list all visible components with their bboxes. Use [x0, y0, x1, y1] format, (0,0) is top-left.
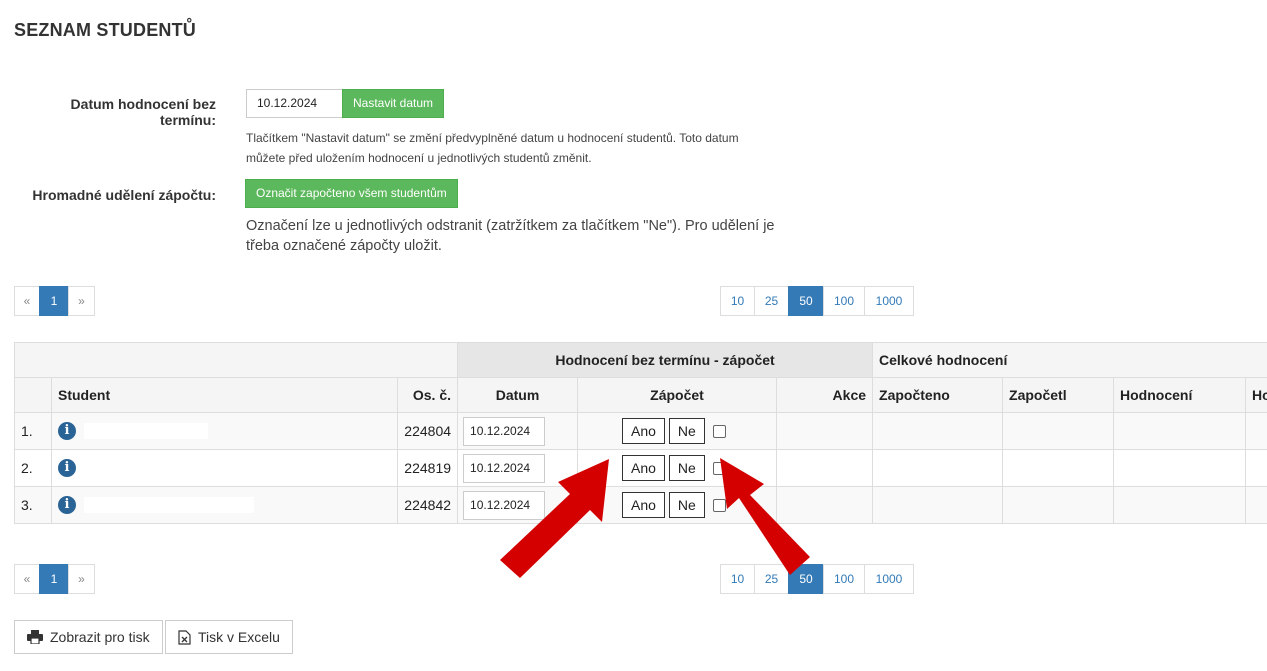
- os-c-cell: 224819: [396, 449, 459, 487]
- group-header-overall: Celkové hodnocení: [872, 342, 1267, 378]
- no-button[interactable]: Ne: [668, 455, 705, 481]
- page-size-selector-bottom: 10 25 50 100 1000: [720, 564, 914, 594]
- os-c-cell: 224842: [396, 486, 459, 524]
- page-size-10[interactable]: 10: [720, 286, 755, 316]
- table-row: 1. i 224804 10.12.2024 Ano Ne: [14, 412, 1267, 450]
- col-zapocteno: Započteno: [872, 377, 1004, 413]
- excel-export-button[interactable]: Tisk v Excelu: [165, 620, 293, 654]
- remove-mark-checkbox[interactable]: [712, 424, 726, 438]
- prev-page-button[interactable]: «: [14, 564, 40, 594]
- student-cell: i: [51, 449, 398, 487]
- next-page-button[interactable]: »: [68, 286, 95, 316]
- page-size-25[interactable]: 25: [754, 286, 789, 316]
- page-size-1000[interactable]: 1000: [864, 564, 914, 594]
- bulk-credit-label: Hromadné udělení zápočtu:: [32, 187, 216, 203]
- set-date-button[interactable]: Nastavit datum: [342, 89, 445, 118]
- page-size-50[interactable]: 50: [788, 564, 824, 594]
- no-button[interactable]: Ne: [668, 418, 705, 444]
- print-view-label: Zobrazit pro tisk: [50, 629, 150, 645]
- page-size-100[interactable]: 100: [823, 564, 865, 594]
- row-date-input[interactable]: 10.12.2024: [463, 453, 546, 483]
- yes-button[interactable]: Ano: [622, 455, 665, 481]
- date-cell: 10.12.2024: [457, 486, 579, 524]
- pagination-top: « 1 »: [14, 286, 95, 316]
- yes-button[interactable]: Ano: [622, 492, 665, 518]
- credit-cell: Ano Ne: [577, 449, 778, 487]
- next-page-button[interactable]: »: [68, 564, 95, 594]
- row-date-input[interactable]: 10.12.2024: [463, 490, 546, 520]
- prev-page-button[interactable]: «: [14, 286, 40, 316]
- col-akce: Akce: [776, 377, 874, 413]
- page-size-1000[interactable]: 1000: [864, 286, 914, 316]
- student-cell: i: [51, 412, 398, 450]
- info-icon[interactable]: i: [58, 459, 76, 478]
- col-zapocetl: Započetl: [1002, 377, 1115, 413]
- no-button[interactable]: Ne: [668, 492, 705, 518]
- evaluation-date-input[interactable]: 10.12.2024: [246, 89, 343, 118]
- mark-all-credited-button[interactable]: Označit započteno všem studentům: [245, 179, 458, 208]
- row-index: 3.: [14, 486, 52, 524]
- page-size-selector-top: 10 25 50 100 1000: [720, 286, 914, 316]
- date-cell: 10.12.2024: [457, 449, 579, 487]
- students-table: Hodnocení bez termínu - zápočet Celkové …: [13, 342, 1267, 524]
- group-header-without-term: Hodnocení bez termínu - zápočet: [457, 342, 874, 378]
- remove-mark-checkbox[interactable]: [712, 498, 726, 512]
- excel-file-icon: [178, 629, 191, 645]
- student-cell: i: [51, 486, 398, 524]
- col-os-c[interactable]: Os. č.: [396, 377, 459, 413]
- col-hodnoceni: Hodnocení: [1113, 377, 1247, 413]
- printer-icon: [27, 630, 43, 644]
- os-c-cell: 224804: [396, 412, 459, 450]
- row-date-input[interactable]: 10.12.2024: [463, 416, 546, 446]
- page-size-25[interactable]: 25: [754, 564, 789, 594]
- bulk-help-text: Označení lze u jednotlivých odstranit (z…: [246, 218, 775, 254]
- header-spacer: [13, 342, 459, 378]
- date-label: Datum hodnocení bez termínu:: [70, 96, 216, 128]
- page-size-10[interactable]: 10: [720, 564, 755, 594]
- page-1-button[interactable]: 1: [39, 564, 69, 594]
- col-datum: Datum: [457, 377, 579, 413]
- col-student[interactable]: Student: [51, 377, 398, 413]
- date-cell: 10.12.2024: [457, 412, 579, 450]
- row-index: 1.: [14, 412, 52, 450]
- col-zapocet: Zápočet: [577, 377, 778, 413]
- page-size-50[interactable]: 50: [788, 286, 824, 316]
- yes-button[interactable]: Ano: [622, 418, 665, 444]
- student-name-redacted: [84, 497, 254, 514]
- col-ho: Ho: [1245, 377, 1267, 413]
- page-size-100[interactable]: 100: [823, 286, 865, 316]
- pagination-bottom: « 1 »: [14, 564, 95, 594]
- student-name-redacted: [84, 423, 208, 440]
- page-1-button[interactable]: 1: [39, 286, 69, 316]
- print-view-button[interactable]: Zobrazit pro tisk: [14, 620, 163, 654]
- excel-export-label: Tisk v Excelu: [198, 629, 280, 645]
- table-row: 2. i 224819 10.12.2024 Ano Ne: [14, 449, 1267, 487]
- info-icon[interactable]: i: [58, 496, 76, 515]
- info-icon[interactable]: i: [58, 422, 76, 441]
- credit-cell: Ano Ne: [577, 486, 778, 524]
- remove-mark-checkbox[interactable]: [712, 461, 726, 475]
- date-help-text: Tlačítkem "Nastavit datum" se změní před…: [246, 131, 739, 165]
- row-index: 2.: [14, 449, 52, 487]
- col-index: [14, 377, 52, 413]
- credit-cell: Ano Ne: [577, 412, 778, 450]
- table-row: 3. i 224842 10.12.2024 Ano Ne: [14, 486, 1267, 524]
- page-title: SEZNAM STUDENTŮ: [14, 20, 196, 40]
